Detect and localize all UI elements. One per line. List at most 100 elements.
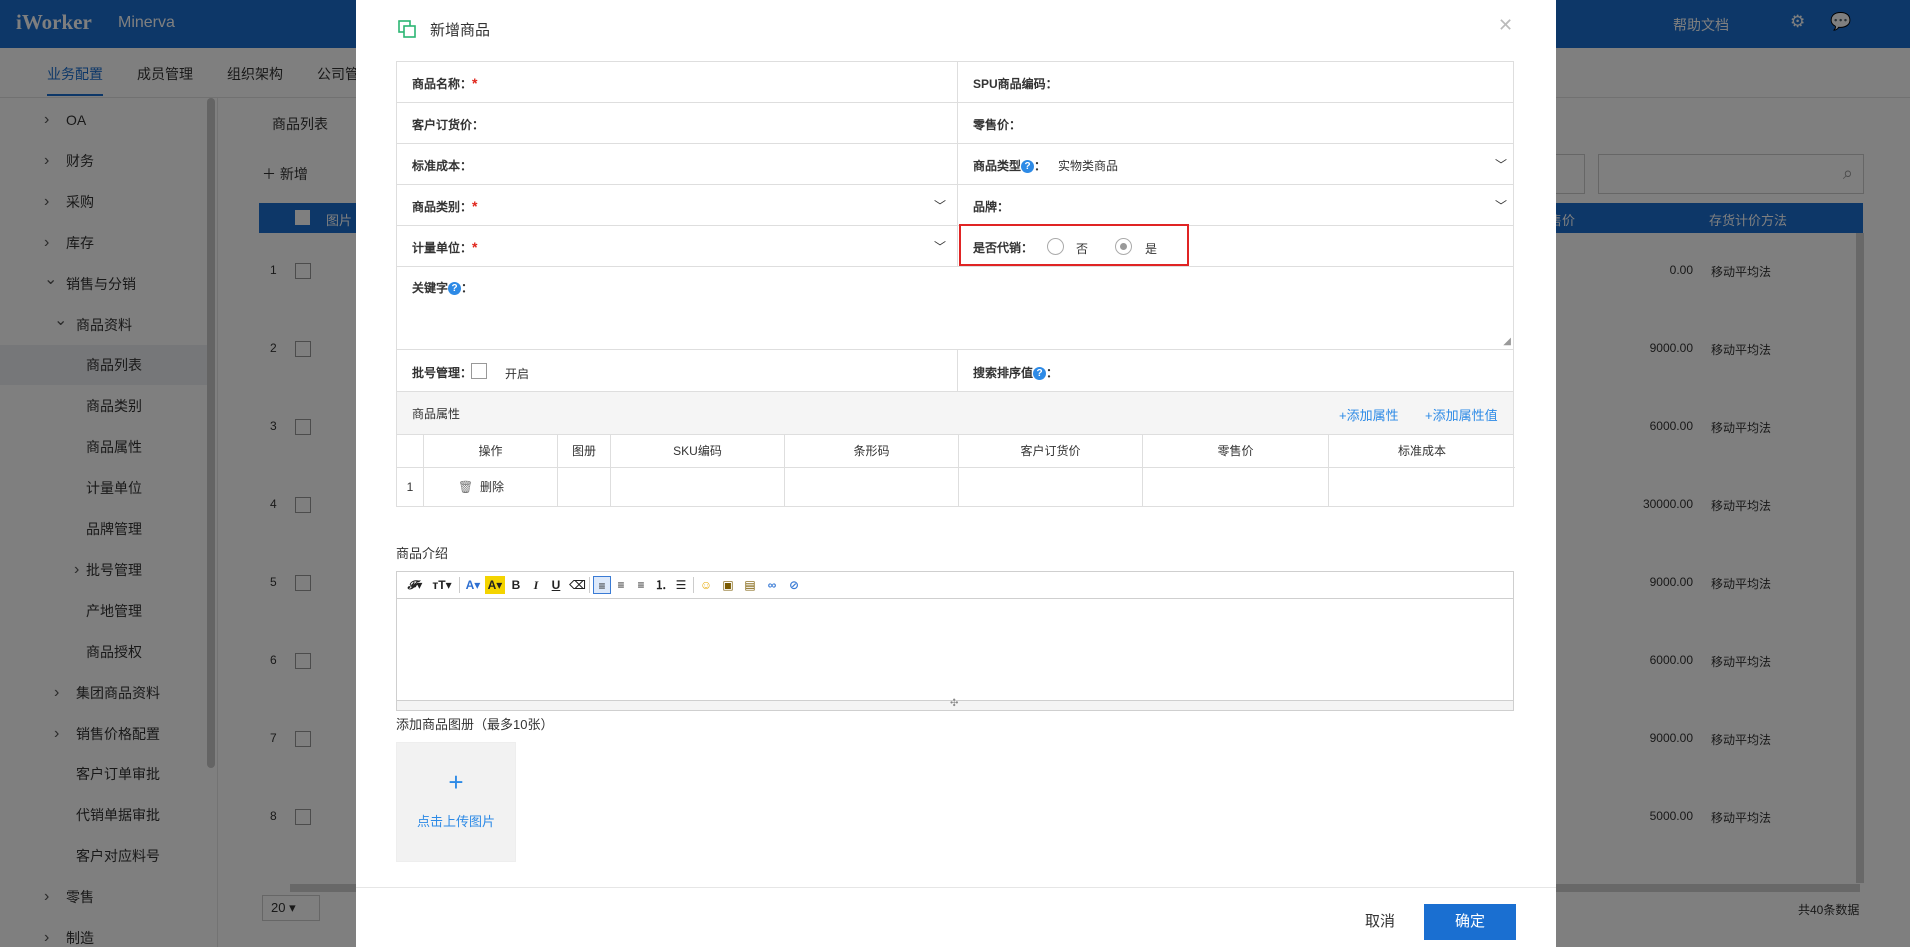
consign-label: 是否代销： <box>973 241 1034 255</box>
consign-no-radio[interactable] <box>1047 238 1064 255</box>
batch-label: 批号管理： <box>412 366 473 380</box>
keyword-label: 关键字?： <box>412 281 474 295</box>
unordered-list-icon[interactable]: ☰ <box>673 576 689 594</box>
emoji-icon[interactable]: ☺ <box>697 576 715 594</box>
font-size-icon[interactable]: тT▾ <box>431 576 453 594</box>
help-icon[interactable]: ? <box>448 282 462 295</box>
add-product-dialog: 新增商品 ✕ 商品名称：* SPU商品编码： 客户订货价： 零售价： 标准成本： <box>356 0 1556 947</box>
unlink-icon[interactable]: ⊘ <box>785 576 803 594</box>
keyword-textarea[interactable]: 关键字?： ◢ <box>397 267 1513 350</box>
add-attr-link[interactable]: +添加属性 <box>1339 405 1399 424</box>
underline-icon[interactable]: U <box>549 576 563 594</box>
attr-table: 操作 图册 SKU编码 条形码 客户订货价 零售价 标准成本 1 🗑 删除 <box>397 435 1515 506</box>
spu-label: SPU商品编码： <box>973 77 1058 91</box>
align-left-icon[interactable]: ≡ <box>593 576 611 594</box>
product-form: 商品名称：* SPU商品编码： 客户订货价： 零售价： 标准成本： 商品类型?：… <box>396 61 1515 507</box>
type-select[interactable]: 商品类型?： 实物类商品 ﹀ <box>958 144 1515 184</box>
editor-resize-bar[interactable]: ✣ <box>397 698 1513 710</box>
required-mark: * <box>472 198 478 214</box>
align-center-icon[interactable]: ≡ <box>613 576 629 594</box>
editor-toolbar: 𝓕▾ тT▾ A▾ A▾ B I U ⌫ ≡ ≡ ≡ ⒈ ☰ ☺ ▣ ▤ ∞ ⊘ <box>397 572 1513 599</box>
delete-label: 删除 <box>480 480 505 494</box>
font-color-icon[interactable]: A▾ <box>463 576 483 594</box>
attr-title: 商品属性 <box>412 407 461 421</box>
upload-image-button[interactable]: + 点击上传图片 <box>396 742 516 862</box>
align-right-icon[interactable]: ≡ <box>633 576 649 594</box>
table-cell[interactable] <box>1329 468 1515 506</box>
table-header <box>397 435 424 468</box>
search-sort-field[interactable]: 搜索排序值?： <box>958 350 1515 391</box>
copy-icon <box>398 20 416 38</box>
dialog-footer: 取消 确定 <box>356 887 1556 947</box>
table-cell[interactable] <box>558 468 611 506</box>
table-cell[interactable] <box>785 468 959 506</box>
italic-icon[interactable]: I <box>529 576 543 594</box>
help-icon[interactable]: ? <box>1033 367 1047 380</box>
font-family-icon[interactable]: 𝓕▾ <box>405 576 425 594</box>
brand-select[interactable]: 品牌： ﹀ <box>958 185 1515 225</box>
type-value: 实物类商品 <box>1058 159 1119 173</box>
image-icon[interactable]: ▣ <box>719 576 737 594</box>
table-cell[interactable] <box>959 468 1143 506</box>
add-attr-value-link[interactable]: +添加属性值 <box>1425 405 1498 424</box>
highlight-icon[interactable]: A▾ <box>485 576 505 594</box>
unit-select[interactable]: 计量单位：* ﹀ <box>397 226 958 266</box>
table-header: 零售价 <box>1143 435 1329 468</box>
chevron-down-icon[interactable]: ﹀ <box>934 197 946 214</box>
resize-grip-icon[interactable]: ✣ <box>950 698 958 709</box>
plus-icon: + <box>448 767 464 797</box>
name-label: 商品名称：* <box>412 75 478 91</box>
ordered-list-icon[interactable]: ⒈ <box>653 576 669 594</box>
std-cost-field[interactable]: 标准成本： <box>397 144 958 184</box>
resize-grip-icon[interactable]: ◢ <box>1503 336 1511 347</box>
table-header: 图册 <box>558 435 611 468</box>
table-cell[interactable] <box>1143 468 1329 506</box>
row-number: 1 <box>397 468 424 506</box>
category-select[interactable]: 商品类别：* ﹀ <box>397 185 958 225</box>
consign-no-label: 否 <box>1076 242 1089 256</box>
intro-label: 商品介绍 <box>396 546 449 561</box>
type-label: 商品类型?： <box>973 159 1047 173</box>
unit-label: 计量单位：* <box>412 239 478 255</box>
trash-icon: 🗑 <box>458 480 474 494</box>
required-mark: * <box>472 239 478 255</box>
help-icon[interactable]: ? <box>1021 160 1035 173</box>
consign-yes-radio[interactable] <box>1115 238 1132 255</box>
table-cell[interactable] <box>611 468 785 506</box>
consign-field: 是否代销： 否 是 <box>958 224 1515 266</box>
std-cost-label: 标准成本： <box>412 159 473 173</box>
table-header: 标准成本 <box>1329 435 1515 468</box>
consign-yes-label: 是 <box>1145 242 1158 256</box>
spu-field[interactable]: SPU商品编码： <box>958 62 1515 102</box>
delete-button[interactable]: 🗑 删除 <box>424 468 558 506</box>
table-header: 操作 <box>424 435 558 468</box>
chevron-down-icon[interactable]: ﹀ <box>1495 156 1507 173</box>
video-icon[interactable]: ▤ <box>741 576 759 594</box>
chevron-down-icon[interactable]: ﹀ <box>934 238 946 255</box>
attr-bar: 商品属性 +添加属性 +添加属性值 <box>397 392 1513 435</box>
order-price-label: 客户订货价： <box>412 118 485 132</box>
upload-text: 点击上传图片 <box>416 814 495 829</box>
chevron-down-icon[interactable]: ﹀ <box>1495 197 1507 214</box>
name-field[interactable]: 商品名称：* <box>397 62 958 102</box>
order-price-field[interactable]: 客户订货价： <box>397 103 958 143</box>
album-label: 添加商品图册（最多10张） <box>396 717 554 732</box>
search-sort-label: 搜索排序值?： <box>973 366 1059 380</box>
confirm-button[interactable]: 确定 <box>1424 904 1516 940</box>
link-icon[interactable]: ∞ <box>763 576 781 594</box>
retail-price-label: 零售价： <box>973 118 1022 132</box>
table-header: SKU编码 <box>611 435 785 468</box>
category-label: 商品类别：* <box>412 198 478 214</box>
table-header: 条形码 <box>785 435 959 468</box>
batch-on-label: 开启 <box>505 367 530 381</box>
batch-checkbox[interactable] <box>471 363 487 379</box>
rich-text-editor[interactable]: 𝓕▾ тT▾ A▾ A▾ B I U ⌫ ≡ ≡ ≡ ⒈ ☰ ☺ ▣ ▤ ∞ ⊘… <box>396 571 1514 711</box>
eraser-icon[interactable]: ⌫ <box>569 576 586 594</box>
close-icon[interactable]: ✕ <box>1498 15 1513 36</box>
dialog-title: 新增商品 <box>430 22 491 39</box>
retail-price-field[interactable]: 零售价： <box>958 103 1515 143</box>
bold-icon[interactable]: B <box>509 576 523 594</box>
required-mark: * <box>472 75 478 91</box>
cancel-button[interactable]: 取消 <box>1350 904 1410 940</box>
brand-label: 品牌： <box>973 200 1010 214</box>
